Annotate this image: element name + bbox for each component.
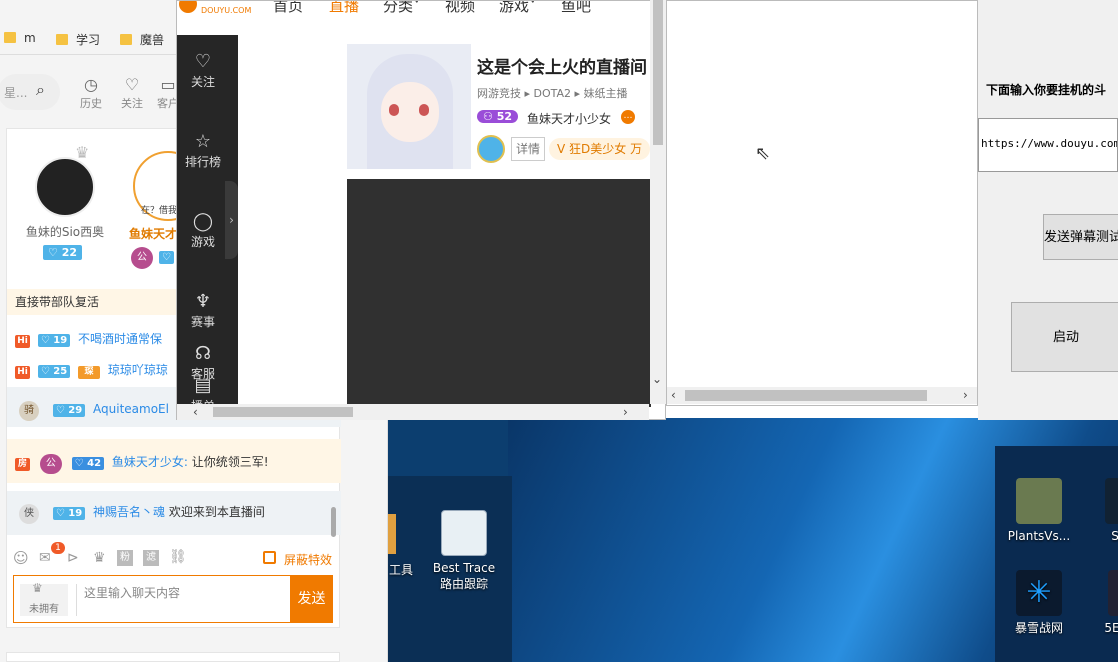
emoji-icon[interactable]: ☺ xyxy=(13,549,29,567)
side-games[interactable]: ◯ 游戏 xyxy=(177,211,229,250)
chevron-down-icon: ⌄ xyxy=(652,372,663,386)
app-icon xyxy=(1105,478,1118,524)
medal-icon: 公 xyxy=(39,454,62,474)
badge-icon: ♛ xyxy=(32,581,43,595)
chevron-left-icon: ‹ xyxy=(193,405,198,419)
mouse-icon: ◯ xyxy=(192,211,214,232)
nav-follow[interactable]: ♡ 关注 xyxy=(116,75,148,111)
breadcrumb: 网游竞技 ▸ DOTA2 ▸ 妹纸主播 xyxy=(477,87,628,100)
room-title: 这是个会上火的直播间 xyxy=(477,58,647,78)
avatar[interactable] xyxy=(35,157,95,217)
side-follow[interactable]: ♡ 关注 xyxy=(177,51,229,90)
fish-icon xyxy=(179,1,197,13)
nav-games[interactable]: 游戏˅ xyxy=(499,1,537,16)
send-button[interactable]: 发送 xyxy=(290,575,333,623)
desktop-icon-tools[interactable]: 工具 xyxy=(388,562,416,578)
chat-input[interactable]: 未拥有 ♛ 这里输入聊天内容 发送 xyxy=(13,575,333,623)
desktop-icon-5e[interactable]: 5E对 xyxy=(1098,570,1118,636)
desktop: 工具 Best Trace 路由跟踪 PlantsVs... ✳ 暴雪战网 S … xyxy=(388,418,1118,662)
desktop-icon-battlenet[interactable]: ✳ 暴雪战网 xyxy=(1004,570,1074,636)
blank-window: ⇖ xyxy=(666,0,978,406)
link-icon[interactable]: ⛓ xyxy=(169,549,187,565)
folder-icon xyxy=(4,32,16,43)
desktop-icon-plants-vs-zombies[interactable]: PlantsVs... xyxy=(1004,478,1074,544)
chat-scrollbar[interactable] xyxy=(331,507,336,537)
prompt-label: 下面输入你要挂机的斗 xyxy=(986,83,1107,97)
sidebar-expand-button[interactable]: › xyxy=(225,181,238,259)
detail-button[interactable]: 详情 xyxy=(511,137,546,161)
medal-icon: 公 xyxy=(131,247,153,269)
star-badge-icon: ☆ xyxy=(194,131,212,152)
megaphone-icon[interactable]: ⊳ xyxy=(67,550,79,566)
nav-category[interactable]: 分类˅ xyxy=(383,1,421,16)
bookmark-warcraft[interactable]: 魔兽 xyxy=(120,31,164,49)
battlenet-icon: ✳ xyxy=(1016,570,1062,616)
trophy-icon: ♆ xyxy=(194,291,212,312)
side-events[interactable]: ♆ 赛事 xyxy=(177,291,229,330)
chevron-right-icon: › xyxy=(963,388,968,402)
bookmark-study[interactable]: 学习 xyxy=(56,31,100,49)
level-badge: ♡ 22 xyxy=(43,245,83,260)
douyu-logo[interactable]: DOUYU.COM xyxy=(179,1,255,15)
send-test-button[interactable]: 发送弹幕测试 xyxy=(1043,214,1118,260)
popup-horizontal-scrollbar[interactable]: ‹ › xyxy=(177,404,649,420)
folder-icon xyxy=(120,34,132,45)
chat-message: 侠 ♡ 19 神赐吾名丶魂 欢迎来到本直播间 xyxy=(7,502,341,524)
list-icon: ▤ xyxy=(194,375,212,396)
nav-live[interactable]: 直播 xyxy=(329,1,359,16)
level-badge: ♡ xyxy=(159,249,174,264)
fan-medal-icon xyxy=(477,135,505,163)
search-icon[interactable]: ⌕ xyxy=(36,80,45,100)
chat-message: 房 公 ♡ 42 鱼妹天才少女: 让你统领三军! xyxy=(7,452,341,474)
v-icon: V xyxy=(557,142,566,156)
fan-tag[interactable]: V 狂D美少女 万 xyxy=(549,138,651,160)
side-ranking[interactable]: ☆ 排行榜 xyxy=(177,131,229,170)
bot-app-window: 下面输入你要挂机的斗 https://www.douyu.com/6 发送弹幕测… xyxy=(978,0,1118,420)
plants-icon xyxy=(1016,478,1062,524)
douyu-window: DOUYU.COM 首页 直播 分类˅ 视频 游戏˅ 鱼吧 ♡ 关注 ☆ 排行榜 ◯… xyxy=(176,0,666,420)
chevron-left-icon: ‹ xyxy=(671,388,676,402)
crown-icon[interactable]: ♛ xyxy=(93,550,106,566)
block-effects-checkbox[interactable] xyxy=(263,551,276,564)
video-player[interactable] xyxy=(347,179,651,407)
chevron-right-icon: › xyxy=(623,405,628,419)
nav-home[interactable]: 首页 xyxy=(273,1,303,16)
anchor-name[interactable]: 鱼妹天才小少女 xyxy=(527,110,611,127)
map-icon xyxy=(441,510,487,556)
bookmark-m[interactable]: m xyxy=(4,31,36,49)
chat-bubble-icon[interactable]: … xyxy=(621,110,635,124)
mail-icon[interactable]: ✉ xyxy=(39,550,51,566)
app-icon xyxy=(1108,570,1118,616)
nav-history[interactable]: ◷ 历史 xyxy=(75,75,107,111)
nav-video[interactable]: 视频 xyxy=(445,1,475,16)
nav-fishbar[interactable]: 鱼吧 xyxy=(561,1,591,16)
crown-icon: ♛ xyxy=(75,143,90,162)
start-button[interactable]: 启动 xyxy=(1011,302,1118,372)
url-input[interactable]: https://www.douyu.com/6 xyxy=(978,118,1118,172)
desktop-icon-s[interactable]: S xyxy=(1100,478,1118,544)
heart-icon: ♡ xyxy=(194,51,212,72)
mouse-cursor-icon: ⇖ xyxy=(755,143,771,164)
headset-icon: ☊ xyxy=(195,343,211,364)
desktop-icon-best-trace[interactable]: Best Trace 路由跟踪 xyxy=(424,510,504,592)
blank-window-horizontal-scrollbar[interactable]: ‹ › xyxy=(667,387,977,404)
anchor-thumbnail[interactable] xyxy=(347,44,471,169)
clock-icon: ◷ xyxy=(84,75,98,94)
folder-icon xyxy=(56,34,68,45)
anchor-level-badge: ⚇ 52 xyxy=(477,110,519,123)
heart-icon: ♡ xyxy=(124,75,140,94)
popup-vertical-scrollbar[interactable]: ⌄ xyxy=(650,0,666,404)
chevron-right-icon: › xyxy=(229,213,234,227)
search-box[interactable]: 星... ⌕ xyxy=(0,74,60,110)
